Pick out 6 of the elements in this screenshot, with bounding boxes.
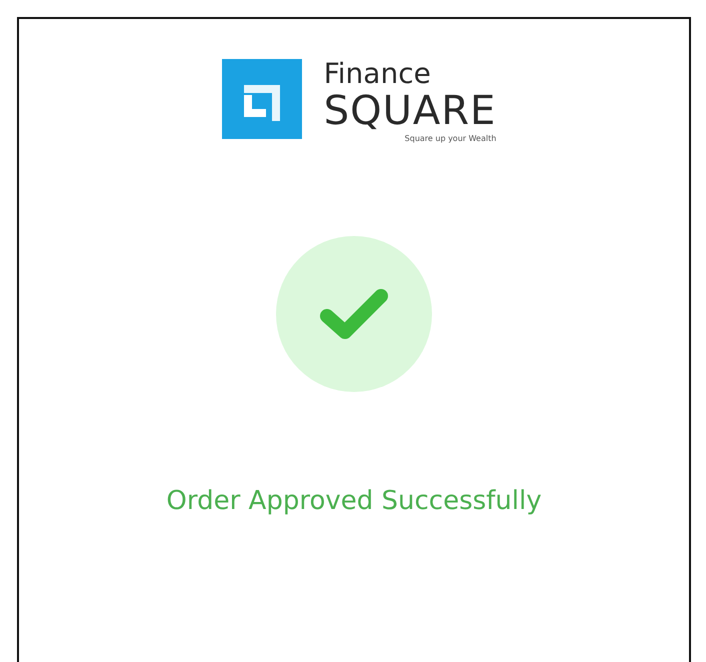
logo-icon [222, 59, 302, 139]
brand-name: SQUARE [324, 90, 496, 132]
check-icon [319, 286, 389, 342]
status-message: Order Approved Successfully [166, 486, 542, 516]
brand-name: Finance [324, 58, 432, 90]
brand-tagline: Square up your Wealth [404, 134, 496, 143]
